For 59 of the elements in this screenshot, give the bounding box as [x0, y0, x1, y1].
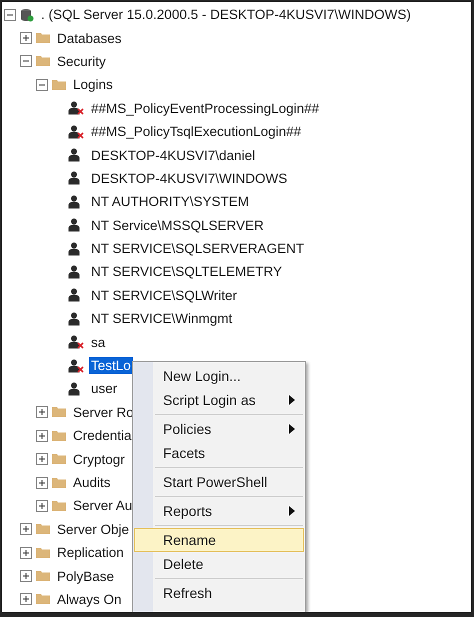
submenu-arrow-icon: [289, 424, 295, 434]
folder-icon: [36, 32, 50, 44]
folder-icon: [36, 546, 50, 559]
menu-item[interactable]: Facets: [134, 441, 304, 465]
menu-item[interactable]: Script Login as: [134, 388, 304, 412]
expand-icon[interactable]: [20, 570, 32, 582]
login-name[interactable]: NT AUTHORITY\SYSTEM: [89, 193, 252, 210]
login-name[interactable]: NT Service\MSSQLSERVER: [89, 216, 266, 234]
folder-icon: [52, 453, 66, 466]
folder-name[interactable]: Logins: [71, 76, 115, 94]
collapse-icon[interactable]: [20, 55, 32, 68]
menu-item[interactable]: Policies: [134, 417, 304, 441]
expand-icon[interactable]: [20, 32, 32, 44]
folder-name[interactable]: Replication: [55, 544, 126, 562]
folder-icon: [52, 500, 66, 512]
collapse-icon[interactable]: [4, 8, 16, 21]
collapse-icon[interactable]: [36, 78, 48, 91]
menu-item[interactable]: Reports: [134, 499, 304, 523]
folder-name[interactable]: PolyBase: [55, 568, 116, 585]
submenu-arrow-icon: [289, 506, 295, 516]
menu-item[interactable]: Delete: [134, 552, 304, 576]
login-name[interactable]: DESKTOP-4KUSVI7\daniel: [89, 146, 258, 164]
folder-name[interactable]: Cryptogr: [71, 450, 127, 468]
folder-icon: [52, 406, 66, 418]
folder-name[interactable]: Server Au: [71, 497, 134, 514]
expand-icon[interactable]: [20, 593, 32, 606]
folder-icon: [52, 476, 66, 488]
folder-icon: [36, 523, 50, 536]
submenu-arrow-icon: [289, 395, 295, 405]
expand-icon[interactable]: [20, 523, 32, 536]
menu-item[interactable]: Refresh: [134, 581, 304, 605]
login-name[interactable]: NT SERVICE\SQLSERVERAGENT: [89, 240, 306, 258]
menu-item[interactable]: Start PowerShell: [134, 470, 304, 494]
folder-icon: [52, 78, 66, 91]
folder-icon: [36, 593, 50, 606]
server-name[interactable]: . (SQL Server 15.0.2000.5 - DESKTOP-4KUSVI7\WINDOWS): [39, 6, 413, 24]
folder-icon: [36, 55, 50, 68]
expand-icon[interactable]: [36, 500, 48, 512]
menu-item[interactable]: New Login...: [134, 364, 304, 388]
folder-icon: [36, 570, 50, 582]
expand-icon[interactable]: [36, 430, 48, 442]
login-name[interactable]: NT SERVICE\SQLTELEMETRY: [89, 263, 284, 280]
expand-icon[interactable]: [20, 546, 32, 559]
expand-icon[interactable]: [36, 453, 48, 466]
folder-name[interactable]: Audits: [71, 474, 113, 491]
expand-icon[interactable]: [36, 406, 48, 418]
login-name[interactable]: DESKTOP-4KUSVI7\WINDOWS: [89, 170, 290, 187]
folder-name[interactable]: Security: [55, 52, 108, 70]
login-name[interactable]: user: [89, 380, 120, 398]
folder-name[interactable]: Always On: [55, 590, 124, 608]
folder-name[interactable]: Server Obje: [55, 520, 132, 538]
server-icon: [20, 8, 34, 22]
login-name[interactable]: NT SERVICE\Winmgmt: [89, 310, 234, 328]
folder-name[interactable]: Databases: [55, 30, 124, 47]
folder-name[interactable]: Credentia: [71, 427, 134, 444]
folder-icon: [52, 430, 66, 442]
expand-icon[interactable]: [36, 476, 48, 488]
login-name[interactable]: NT SERVICE\SQLWriter: [89, 286, 240, 304]
menu-item[interactable]: Rename: [134, 528, 304, 552]
